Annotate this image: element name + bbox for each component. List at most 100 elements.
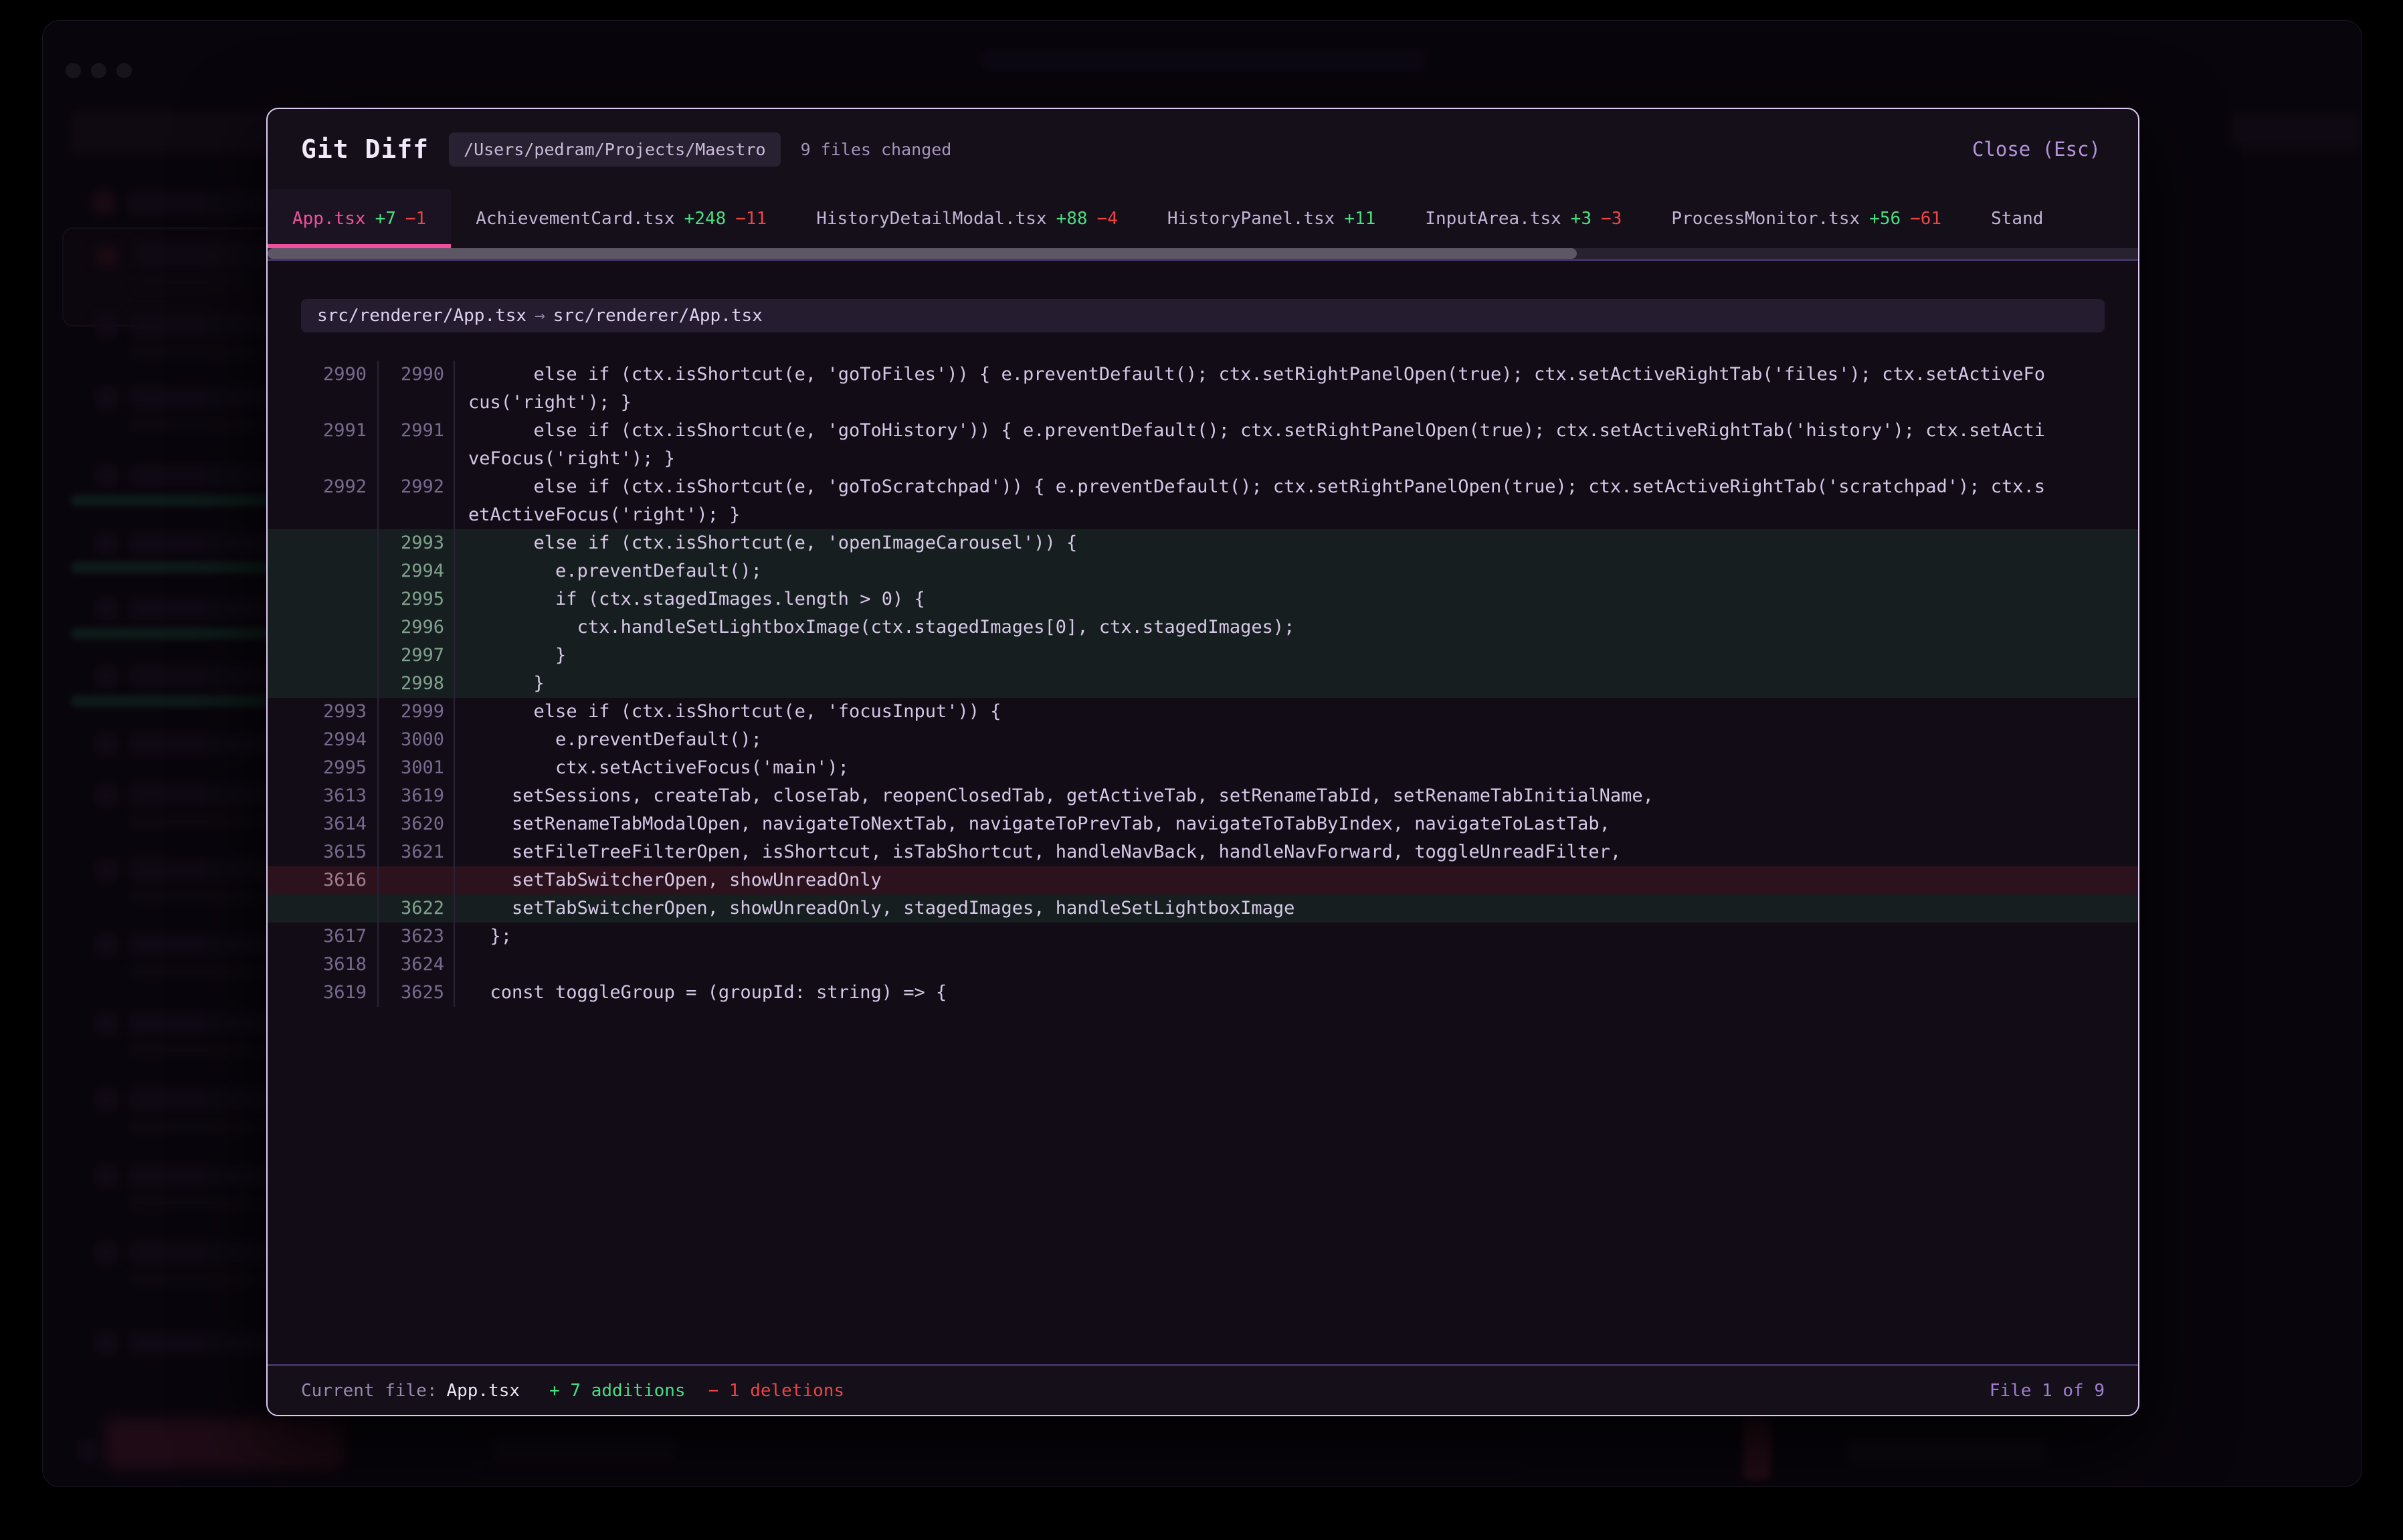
close-button[interactable]: Close (Esc) <box>1968 137 2105 161</box>
code-line: e.preventDefault(); <box>455 726 2138 754</box>
current-file-name: App.tsx <box>447 1381 520 1401</box>
current-file-label: Current file: <box>301 1381 438 1401</box>
modal-footer: Current file: App.tsx + 7 additions − 1 … <box>268 1364 2138 1415</box>
new-line-number: 2993 <box>379 529 455 557</box>
code-line: else if (ctx.isShortcut(e, 'goToHistory'… <box>455 417 2138 473</box>
old-line-number: 2994 <box>268 726 379 754</box>
code-line: if (ctx.stagedImages.length > 0) { <box>455 585 2138 613</box>
code-line: setFileTreeFilterOpen, isShortcut, isTab… <box>455 838 2138 866</box>
code-line: setRenameTabModalOpen, navigateToNextTab… <box>455 810 2138 838</box>
code-line: setTabSwitcherOpen, showUnreadOnly, stag… <box>455 894 2138 923</box>
diff-row: 2995 if (ctx.stagedImages.length > 0) { <box>268 585 2138 613</box>
code-line: else if (ctx.isShortcut(e, 'focusInput')… <box>455 698 2138 726</box>
git-diff-modal: Git Diff /Users/pedram/Projects/Maestro … <box>266 108 2139 1416</box>
tab-deletions: −4 <box>1097 209 1118 229</box>
new-line-number: 2998 <box>379 670 455 698</box>
new-line-number: 2997 <box>379 642 455 670</box>
file-tab[interactable]: AchievementCard.tsx +248 −11 <box>451 189 791 248</box>
old-line-number: 3616 <box>268 866 379 894</box>
tab-additions: +248 <box>684 209 727 229</box>
file-path-to: src/renderer/App.tsx <box>553 306 763 326</box>
new-line-number: 2999 <box>379 698 455 726</box>
code-line: else if (ctx.isShortcut(e, 'goToScratchp… <box>455 473 2138 529</box>
new-line-number: 3621 <box>379 838 455 866</box>
tab-deletions: −11 <box>735 209 767 229</box>
new-line-number: 3620 <box>379 810 455 838</box>
old-line-number: 2992 <box>268 473 379 529</box>
file-tab[interactable]: Stand <box>1966 189 2068 248</box>
new-line-number: 3624 <box>379 951 455 979</box>
footer-additions: + 7 additions <box>549 1381 686 1401</box>
files-changed-label: 9 files changed <box>801 140 952 159</box>
tab-filename: Stand <box>1991 209 2043 229</box>
file-tab[interactable]: InputArea.tsx+3−3 <box>1400 189 1646 248</box>
diff-row: 3622 setTabSwitcherOpen, showUnreadOnly,… <box>268 894 2138 923</box>
old-line-number <box>268 585 379 613</box>
file-tabs: App.tsx+7−1 AchievementCard.tsx +248 −11 His… <box>268 189 2138 248</box>
code-line: }; <box>455 923 2138 951</box>
old-line-number: 2995 <box>268 754 379 782</box>
tab-additions: +11 <box>1344 209 1375 229</box>
diff-content: src/renderer/App.tsx→src/renderer/App.ts… <box>268 261 2138 1364</box>
diff-row: 36133619 setSessions, createTab, closeTa… <box>268 782 2138 810</box>
app-window-background: Git Diff /Users/pedram/Projects/Maestro … <box>42 20 2362 1487</box>
diff-row: 2994 e.preventDefault(); <box>268 557 2138 585</box>
modal-header: Git Diff /Users/pedram/Projects/Maestro … <box>268 109 2138 189</box>
tabs-scrollbar[interactable] <box>268 248 2138 259</box>
code-line: ctx.setActiveFocus('main'); <box>455 754 2138 782</box>
file-tab[interactable]: ProcessMonitor.tsx +56 −61 <box>1646 189 1966 248</box>
code-line: } <box>455 642 2138 670</box>
old-line-number: 3613 <box>268 782 379 810</box>
diff-row: 36183624 <box>268 951 2138 979</box>
diff-row: 2997 } <box>268 642 2138 670</box>
tab-filename: HistoryPanel.tsx <box>1167 209 1335 229</box>
footer-deletions: − 1 deletions <box>708 1381 845 1401</box>
tabs-scrollbar-thumb[interactable] <box>268 248 1577 259</box>
old-line-number: 3614 <box>268 810 379 838</box>
old-line-number: 3619 <box>268 979 379 1007</box>
old-line-number: 3615 <box>268 838 379 866</box>
new-line-number: 3001 <box>379 754 455 782</box>
tab-filename: AchievementCard.tsx <box>476 209 674 229</box>
code-line: else if (ctx.isShortcut(e, 'goToFiles'))… <box>455 361 2138 417</box>
code-line: setSessions, createTab, closeTab, reopen… <box>455 782 2138 810</box>
old-line-number: 3617 <box>268 923 379 951</box>
tab-filename: ProcessMonitor.tsx <box>1671 209 1860 229</box>
old-line-number <box>268 642 379 670</box>
diff-row: 29902990 else if (ctx.isShortcut(e, 'goT… <box>268 361 2138 417</box>
new-line-number: 3619 <box>379 782 455 810</box>
old-line-number <box>268 670 379 698</box>
code-line: ctx.handleSetLightboxImage(ctx.stagedIma… <box>455 613 2138 642</box>
file-position-indicator: File 1 of 9 <box>1990 1381 2105 1401</box>
diff-row: 29912991 else if (ctx.isShortcut(e, 'goT… <box>268 417 2138 473</box>
new-line-number: 2996 <box>379 613 455 642</box>
diff-row: 29943000 e.preventDefault(); <box>268 726 2138 754</box>
code-line: e.preventDefault(); <box>455 557 2138 585</box>
arrow-icon: → <box>526 306 553 326</box>
diff-row: 2996 ctx.handleSetLightboxImage(ctx.stag… <box>268 613 2138 642</box>
new-line-number: 2994 <box>379 557 455 585</box>
repo-path-badge: /Users/pedram/Projects/Maestro <box>449 132 781 167</box>
new-line-number: 3000 <box>379 726 455 754</box>
diff-row: 29953001 ctx.setActiveFocus('main'); <box>268 754 2138 782</box>
new-line-number: 2990 <box>379 361 455 417</box>
file-tab[interactable]: HistoryPanel.tsx +11 <box>1143 189 1400 248</box>
new-line-number: 2991 <box>379 417 455 473</box>
diff-row: 36193625 const toggleGroup = (groupId: s… <box>268 979 2138 1007</box>
diff-row: 2998 } <box>268 670 2138 698</box>
new-line-number: 3625 <box>379 979 455 1007</box>
diff-row: 29932999 else if (ctx.isShortcut(e, 'foc… <box>268 698 2138 726</box>
diff-row: 2993 else if (ctx.isShortcut(e, 'openIma… <box>268 529 2138 557</box>
old-line-number: 2990 <box>268 361 379 417</box>
code-line: setTabSwitcherOpen, showUnreadOnly <box>455 866 2138 894</box>
file-tab[interactable]: HistoryDetailModal.tsx+88−4 <box>791 189 1143 248</box>
tab-deletions: −3 <box>1601 209 1622 229</box>
code-line: } <box>455 670 2138 698</box>
diff-row: 36173623 }; <box>268 923 2138 951</box>
code-line <box>455 951 2138 979</box>
tab-filename: App.tsx <box>292 209 366 229</box>
tab-additions: +56 <box>1869 209 1901 229</box>
file-tab[interactable]: App.tsx+7−1 <box>268 189 451 248</box>
diff-row: 3616 setTabSwitcherOpen, showUnreadOnly <box>268 866 2138 894</box>
tab-deletions: −61 <box>1910 209 1941 229</box>
